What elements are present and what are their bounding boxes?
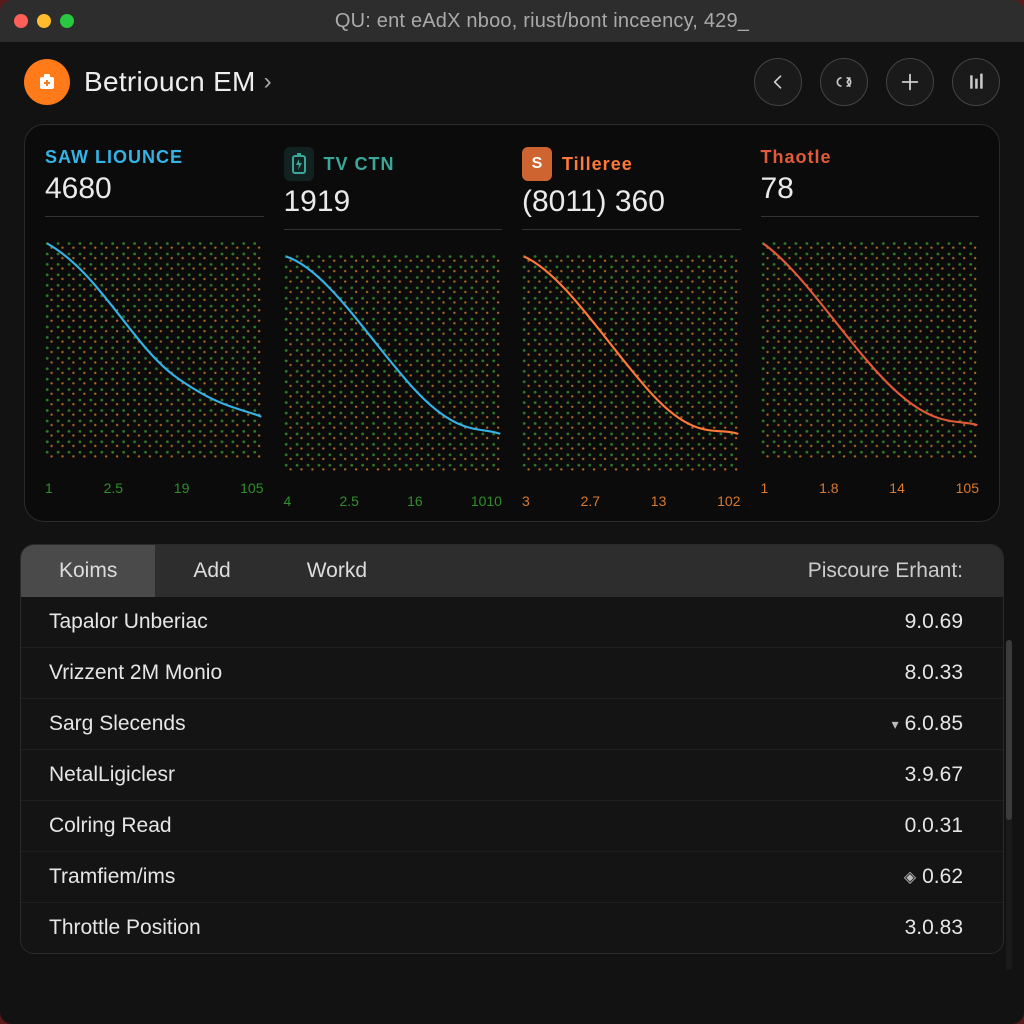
- stats-panel: SAW LIOUNCE 4680 12.519105 T: [24, 124, 1000, 522]
- stat-value: 1919: [284, 185, 503, 230]
- scrollbar[interactable]: [1006, 640, 1012, 970]
- x-ticks: 11.814105: [761, 480, 980, 496]
- column-header-value: Piscoure Erhant:: [808, 545, 1003, 597]
- x-ticks: 12.519105: [45, 480, 264, 496]
- row-name: Sarg Slecends: [49, 712, 186, 736]
- table-row[interactable]: Colring Read 0.0.31: [21, 800, 1003, 851]
- chevron-right-icon[interactable]: ›: [264, 68, 272, 96]
- sparkline-chart: [761, 231, 980, 471]
- window-title: QU: ent eAdX nboo, riust/bont inceency, …: [74, 10, 1010, 33]
- data-table: Koims Add Workd Piscoure Erhant: Tapalor…: [20, 544, 1004, 954]
- stat-value: 4680: [45, 172, 264, 217]
- tab-workd[interactable]: Workd: [269, 545, 405, 597]
- back-button[interactable]: [754, 58, 802, 106]
- battery-icon: [284, 147, 314, 181]
- zoom-icon[interactable]: [60, 14, 74, 28]
- x-ticks: 32.713102: [522, 493, 741, 509]
- scrollbar-thumb[interactable]: [1006, 640, 1012, 820]
- caret-down-icon: ▾: [892, 716, 899, 733]
- stat-label: Thaotle: [761, 147, 832, 168]
- close-icon[interactable]: [14, 14, 28, 28]
- row-value: 9.0.69: [905, 610, 963, 634]
- row-value: 3.9.67: [905, 763, 963, 787]
- stat-card-saw-liounce[interactable]: SAW LIOUNCE 4680 12.519105: [45, 147, 264, 509]
- table-row[interactable]: Tapalor Unberiac 9.0.69: [21, 597, 1003, 647]
- row-value: ◈0.62: [904, 865, 963, 889]
- table-row[interactable]: Vrizzent 2M Monio 8.0.33: [21, 647, 1003, 698]
- app-logo-icon: [24, 59, 70, 105]
- link-button[interactable]: [820, 58, 868, 106]
- row-name: NetalLigiclesr: [49, 763, 175, 787]
- add-button[interactable]: [886, 58, 934, 106]
- stat-label: TV CTN: [324, 154, 395, 175]
- sparkline-chart: [522, 244, 741, 484]
- s-badge-icon: S: [522, 147, 552, 181]
- traffic-lights: [14, 14, 74, 28]
- table-row[interactable]: NetalLigiclesr 3.9.67: [21, 749, 1003, 800]
- stat-value: 78: [761, 172, 980, 217]
- tab-add[interactable]: Add: [155, 545, 268, 597]
- row-value: ▾6.0.85: [892, 712, 963, 736]
- row-name: Vrizzent 2M Monio: [49, 661, 222, 685]
- row-value: 0.0.31: [905, 814, 963, 838]
- table-rows: Tapalor Unberiac 9.0.69 Vrizzent 2M Moni…: [21, 597, 1003, 953]
- sparkline-chart: [284, 244, 503, 484]
- table-row[interactable]: Sarg Slecends ▾6.0.85: [21, 698, 1003, 749]
- row-name: Colring Read: [49, 814, 172, 838]
- row-name: Tapalor Unberiac: [49, 610, 208, 634]
- stat-card-thaotle[interactable]: Thaotle 78 11.814105: [761, 147, 980, 509]
- sparkline-chart: [45, 231, 264, 471]
- tab-koims[interactable]: Koims: [21, 545, 155, 597]
- minimize-icon[interactable]: [37, 14, 51, 28]
- row-name: Throttle Position: [49, 916, 201, 940]
- tune-button[interactable]: [952, 58, 1000, 106]
- stat-label: Tilleree: [562, 154, 633, 175]
- table-row[interactable]: Throttle Position 3.0.83: [21, 902, 1003, 953]
- stat-value: (8011) 360: [522, 185, 741, 230]
- stat-card-tilleree[interactable]: S Tilleree (8011) 360 32.713102: [522, 147, 741, 509]
- row-value: 8.0.33: [905, 661, 963, 685]
- table-row[interactable]: Tramfiem/ims ◈0.62: [21, 851, 1003, 902]
- stat-card-tv-ctn[interactable]: TV CTN 1919 42.5161010: [284, 147, 503, 509]
- row-value: 3.0.83: [905, 916, 963, 940]
- diamond-icon: ◈: [904, 867, 916, 887]
- x-ticks: 42.5161010: [284, 493, 503, 509]
- tab-bar: Koims Add Workd Piscoure Erhant:: [21, 545, 1003, 597]
- titlebar: QU: ent eAdX nboo, riust/bont inceency, …: [0, 0, 1024, 42]
- app-header: Betrioucn EM ›: [0, 42, 1024, 122]
- stat-label: SAW LIOUNCE: [45, 147, 183, 168]
- app-title: Betrioucn EM: [84, 66, 256, 98]
- row-name: Tramfiem/ims: [49, 865, 175, 889]
